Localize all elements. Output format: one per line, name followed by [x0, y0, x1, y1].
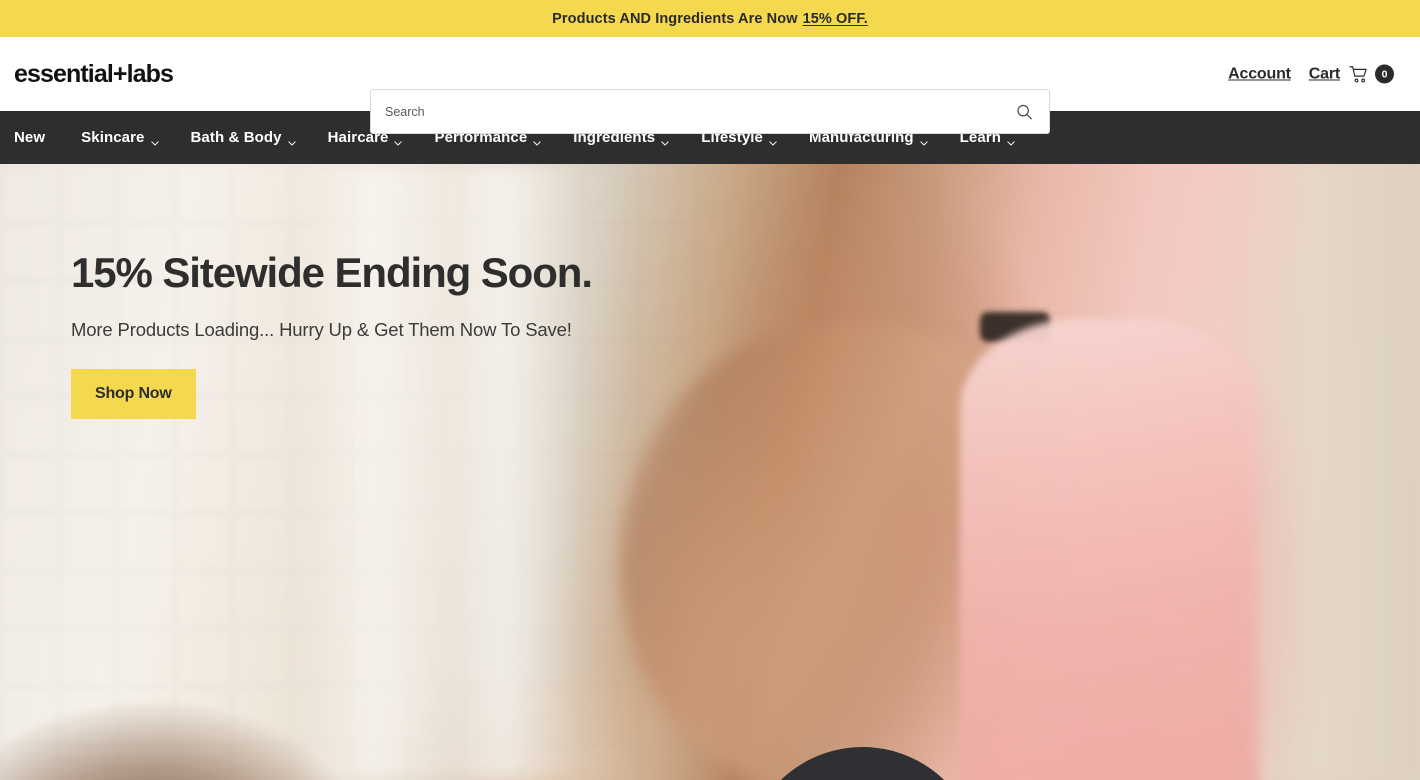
announcement-offer-link[interactable]: 15% OFF.	[803, 11, 868, 27]
chevron-down-icon	[1007, 134, 1015, 145]
nav-label: Skincare	[81, 129, 145, 146]
chevron-down-icon	[150, 134, 159, 145]
shop-now-button[interactable]: Shop Now	[71, 369, 196, 420]
announcement-text: Products AND Ingredients Are Now	[552, 10, 798, 27]
nav-label: New	[14, 129, 46, 146]
chevron-down-icon	[919, 134, 928, 145]
chevron-down-icon	[661, 134, 669, 145]
chevron-down-icon	[287, 134, 296, 145]
nav-item-new[interactable]: New	[14, 129, 45, 146]
nav-label: Bath & Body	[190, 129, 282, 146]
hero-bottle-shape	[960, 319, 1260, 780]
search-container	[370, 89, 1050, 134]
cart-count-badge: 0	[1375, 64, 1394, 84]
search-box[interactable]	[370, 89, 1050, 134]
site-header: essential+labs Account Cart 0	[0, 37, 1420, 134]
chevron-down-icon	[533, 134, 541, 145]
hero-title: 15% Sitewide Ending Soon.	[71, 249, 593, 296]
nav-item-skincare[interactable]: Skincare	[81, 129, 159, 146]
hero-subtitle: More Products Loading... Hurry Up & Get …	[71, 319, 572, 341]
hero-content: 15% Sitewide Ending Soon. More Products …	[71, 249, 593, 420]
hero-right-wall	[1240, 164, 1420, 780]
site-logo[interactable]: essential+labs	[14, 60, 174, 89]
chevron-down-icon	[394, 134, 403, 145]
search-input[interactable]	[385, 104, 1035, 119]
nav-item-bath-and-body[interactable]: Bath & Body	[191, 129, 296, 146]
header-actions: Account Cart 0	[1228, 64, 1394, 84]
chevron-down-icon	[769, 134, 777, 145]
shopping-cart-icon[interactable]	[1349, 65, 1369, 83]
cart-link[interactable]: Cart	[1309, 65, 1340, 83]
account-link[interactable]: Account	[1228, 65, 1291, 83]
search-icon[interactable]	[1016, 103, 1033, 120]
announcement-bar: Products AND Ingredients Are Now 15% OFF…	[0, 0, 1420, 37]
hero-banner: 15% Sitewide Ending Soon. More Products …	[0, 164, 1420, 780]
